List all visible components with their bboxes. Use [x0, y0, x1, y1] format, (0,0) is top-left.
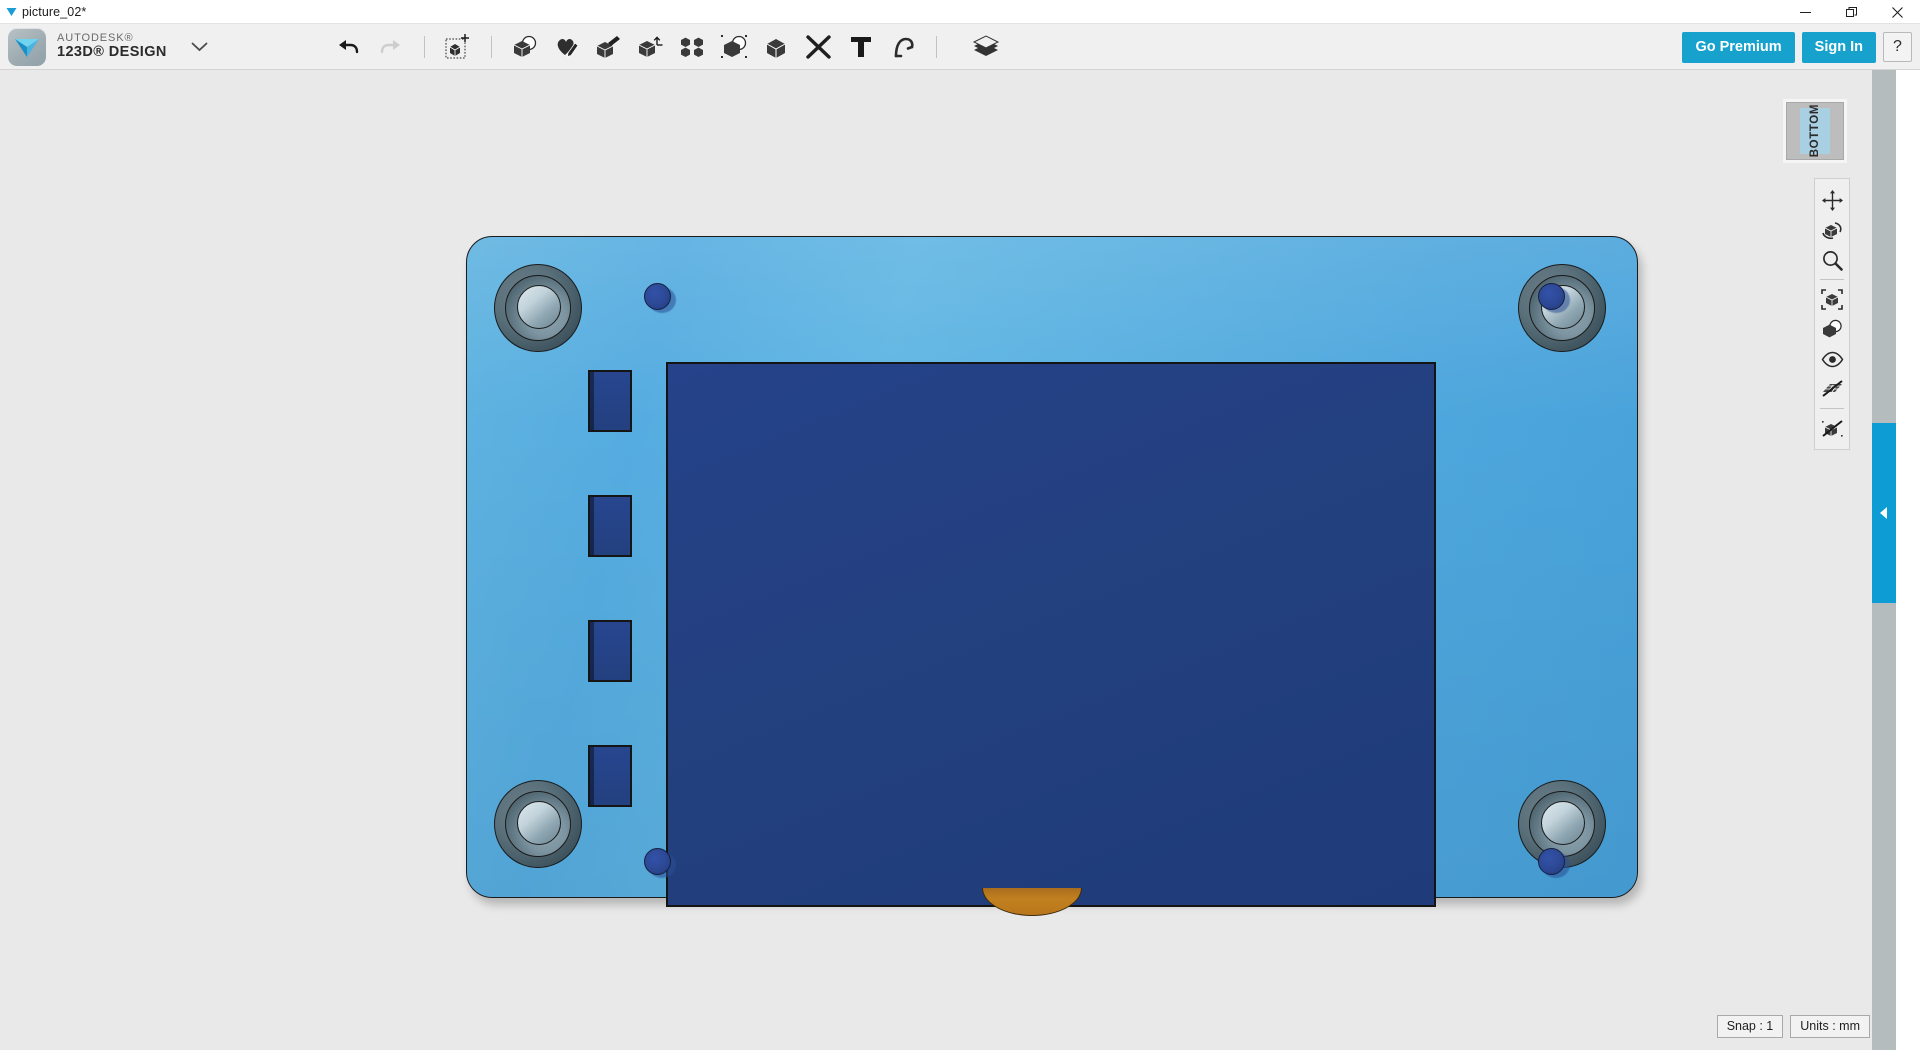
nav-divider	[1820, 279, 1844, 280]
view-cube[interactable]: BOTTOM	[1786, 102, 1844, 160]
help-button[interactable]: ?	[1883, 32, 1912, 62]
eye-icon[interactable]	[1817, 345, 1847, 373]
undo-arrow-icon[interactable]	[332, 30, 366, 64]
panel-collapse-handle[interactable]	[1872, 423, 1896, 603]
measure-tools-icon[interactable]	[802, 30, 836, 64]
document-title: picture_02*	[22, 4, 87, 19]
mounting-hole-bottom-left[interactable]	[494, 780, 582, 868]
model-connector[interactable]	[982, 888, 1082, 916]
button-slot-3[interactable]	[588, 620, 632, 682]
header-actions: Go Premium Sign In ?	[1682, 24, 1912, 70]
document-chevron-icon[interactable]	[0, 0, 22, 24]
counterbore-inner	[517, 801, 561, 845]
view-cube-overlap-icon[interactable]	[1817, 315, 1847, 343]
brand-title: 123D® DESIGN	[57, 44, 167, 61]
snap-magnet-icon[interactable]	[886, 30, 920, 64]
model-screen-panel[interactable]	[666, 362, 1436, 907]
view-cube-face[interactable]: BOTTOM	[1800, 104, 1830, 158]
viewport-canvas[interactable]: BOTTOM Snap: 1 Units: mm	[0, 70, 1896, 1050]
text-t-icon[interactable]	[844, 30, 878, 64]
pin-head	[1538, 283, 1565, 310]
pattern-grid-icon[interactable]	[676, 30, 710, 64]
go-premium-button[interactable]: Go Premium	[1682, 31, 1795, 63]
nav-divider	[1820, 408, 1844, 409]
primitives-cube-icon[interactable]	[508, 30, 542, 64]
collapse-left-arrow-icon	[1880, 507, 1887, 519]
button-slot-4[interactable]	[588, 745, 632, 807]
grouping-cube-icon[interactable]	[718, 30, 752, 64]
toolbar-divider	[935, 35, 937, 58]
sign-in-button[interactable]: Sign In	[1801, 31, 1876, 63]
application-header: AUTODESK® 123D® DESIGN Go Premium Sign I…	[0, 24, 1920, 70]
restore-button[interactable]	[1828, 0, 1874, 24]
three-d-model[interactable]	[466, 236, 1638, 916]
counterbore-inner	[517, 285, 561, 329]
units-status[interactable]: Units : mm	[1790, 1015, 1870, 1038]
grid-off-icon[interactable]	[1817, 375, 1847, 403]
status-bar: Snap : 1 Units : mm	[1716, 1015, 1870, 1038]
counterbore-inner	[1541, 801, 1585, 845]
right-rail	[1872, 70, 1896, 1050]
pin-top-right[interactable]	[1538, 283, 1570, 313]
application-window: picture_02* AUTODESK® 123D® DESIGN Go Pr…	[0, 0, 1920, 1050]
pin-head	[644, 283, 671, 310]
snap-status[interactable]: Snap : 1	[1716, 1015, 1784, 1038]
toolbar-divider	[490, 35, 492, 58]
sketch-pencil-icon[interactable]	[550, 30, 584, 64]
pin-top-left[interactable]	[644, 283, 676, 313]
orbit-cube-icon[interactable]	[1817, 216, 1847, 244]
pin-bottom-left[interactable]	[644, 848, 676, 878]
brand-supertitle: AUTODESK®	[57, 31, 134, 44]
pin-head	[1538, 848, 1565, 875]
combine-cube-icon[interactable]	[760, 30, 794, 64]
zoom-magnifier-icon[interactable]	[1817, 246, 1847, 274]
pin-head	[644, 848, 671, 875]
material-layers-icon[interactable]	[969, 30, 1003, 64]
pin-bottom-right[interactable]	[1538, 848, 1570, 878]
window-controls	[1782, 0, 1920, 24]
redo-arrow-icon[interactable]	[374, 30, 408, 64]
brand-chevron-down-icon[interactable]	[191, 41, 208, 52]
view-cube-label: BOTTOM	[1809, 104, 1821, 158]
modify-cube-icon[interactable]	[634, 30, 668, 64]
title-bar: picture_02*	[0, 0, 1920, 24]
toolbar-divider	[423, 35, 425, 58]
button-slot-1[interactable]	[588, 370, 632, 432]
pan-arrows-icon[interactable]	[1817, 186, 1847, 214]
close-button[interactable]	[1874, 0, 1920, 24]
fit-to-view-icon[interactable]	[1817, 285, 1847, 313]
navigation-toolbar	[1814, 178, 1850, 450]
snap-off-cube-icon[interactable]	[1817, 414, 1847, 442]
autodesk-123d-logo-icon	[8, 27, 46, 66]
brand-area[interactable]: AUTODESK® 123D® DESIGN	[0, 27, 208, 66]
mounting-hole-top-left[interactable]	[494, 264, 582, 352]
construct-extrude-icon[interactable]	[592, 30, 626, 64]
transform-cube-icon[interactable]	[441, 30, 475, 64]
button-slot-2[interactable]	[588, 495, 632, 557]
minimize-button[interactable]	[1782, 0, 1828, 24]
main-toolbar	[328, 30, 1007, 64]
